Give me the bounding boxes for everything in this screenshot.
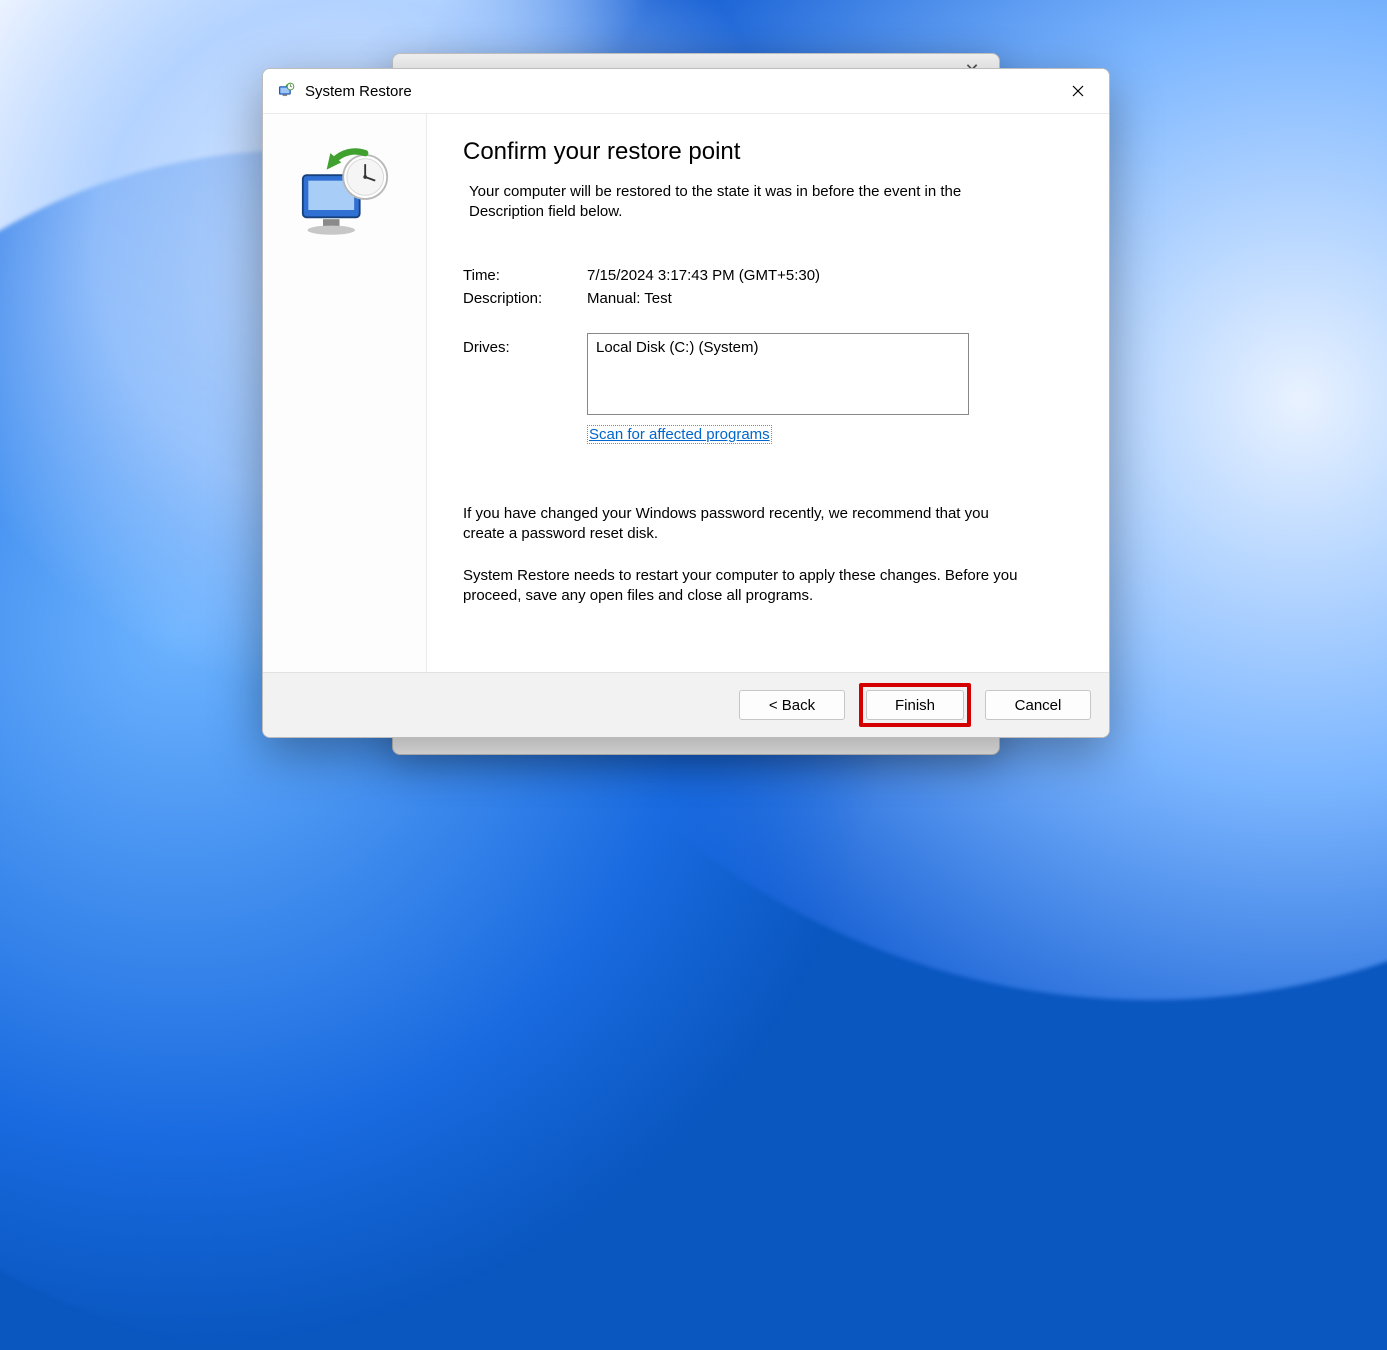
wizard-side-panel <box>263 114 427 672</box>
finish-button-highlight: Finish <box>859 683 971 727</box>
drives-item[interactable]: Local Disk (C:) (System) <box>596 339 759 356</box>
window-title: System Restore <box>305 83 1055 100</box>
titlebar[interactable]: System Restore <box>263 69 1109 113</box>
cancel-button[interactable]: Cancel <box>985 690 1091 720</box>
wizard-content: Confirm your restore point Your computer… <box>427 114 1109 672</box>
drives-listbox[interactable]: Local Disk (C:) (System) <box>587 333 969 415</box>
drives-label: Drives: <box>463 333 587 415</box>
app-icon <box>277 82 295 100</box>
scan-affected-programs-link[interactable]: Scan for affected programs <box>587 425 772 444</box>
system-restore-window: System Restore <box>262 68 1110 738</box>
time-value: 7/15/2024 3:17:43 PM (GMT+5:30) <box>587 267 1073 284</box>
back-button[interactable]: < Back <box>739 690 845 720</box>
finish-button[interactable]: Finish <box>866 690 964 720</box>
description-value: Manual: Test <box>587 290 1073 307</box>
description-label: Description: <box>463 290 587 307</box>
intro-text: Your computer will be restored to the st… <box>469 182 1009 223</box>
time-label: Time: <box>463 267 587 284</box>
password-note: If you have changed your Windows passwor… <box>463 504 1023 545</box>
wizard-footer: < Back Finish Cancel <box>263 672 1109 737</box>
close-button[interactable] <box>1055 75 1101 107</box>
page-heading: Confirm your restore point <box>463 138 1073 166</box>
restore-graphic-icon <box>290 144 400 672</box>
restart-note: System Restore needs to restart your com… <box>463 566 1023 607</box>
